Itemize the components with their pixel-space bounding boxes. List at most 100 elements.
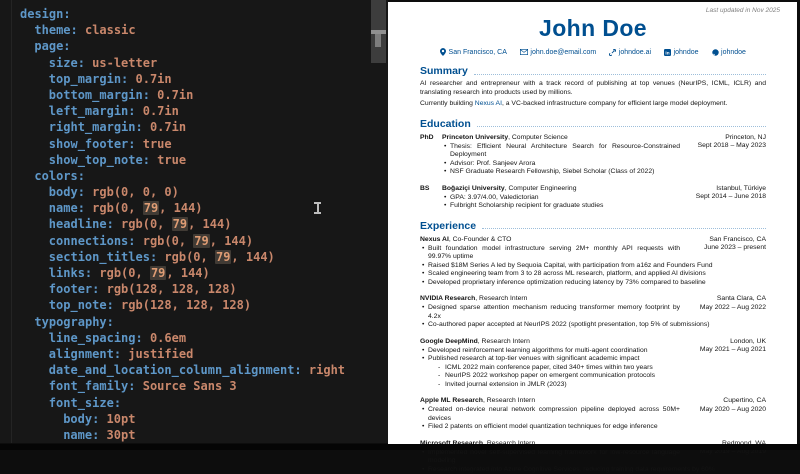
nexus-ai-link[interactable]: Nexus AI bbox=[475, 100, 502, 107]
degree-label: BS bbox=[420, 185, 442, 211]
contact-item[interactable]: johndoe bbox=[712, 49, 746, 56]
yaml-key: right_margin: bbox=[49, 120, 143, 134]
yaml-key: section_titles: bbox=[49, 250, 157, 264]
code-line[interactable]: line_spacing: 0.6em bbox=[0, 330, 370, 346]
yaml-key: footer: bbox=[49, 282, 100, 296]
dates: Sept 2018 – May 2023 bbox=[698, 142, 766, 151]
yaml-value: rgb(0, bbox=[157, 250, 215, 264]
bullet-item: Thesis: Efficient Neural Architecture Se… bbox=[442, 143, 680, 160]
company-name: NVIDIA Research bbox=[420, 295, 475, 302]
contact-item[interactable]: johndoe.ai bbox=[609, 49, 651, 56]
code-line[interactable]: show_footer: true bbox=[0, 136, 370, 152]
code-line[interactable]: design: bbox=[0, 6, 370, 22]
yaml-value: , 144) bbox=[188, 217, 231, 231]
education-entry: Princeton, NJSept 2018 – May 2023PhDPrin… bbox=[420, 134, 766, 177]
yaml-key: theme: bbox=[34, 23, 77, 37]
education-header: Education bbox=[420, 118, 766, 130]
website-icon bbox=[609, 49, 616, 56]
scrollbar-grip-stem[interactable] bbox=[375, 34, 381, 47]
yaml-value: rgb(0, bbox=[114, 217, 172, 231]
yaml-value: rgb(0, bbox=[85, 201, 143, 215]
experience-entry: London, UKMay 2021 – Aug 2021Google Deep… bbox=[420, 338, 766, 390]
code-line[interactable]: font_family: Source Sans 3 bbox=[0, 378, 370, 394]
code-line[interactable]: theme: classic bbox=[0, 22, 370, 38]
code-line[interactable]: show_top_note: true bbox=[0, 152, 370, 168]
company-name: Apple ML Research bbox=[420, 397, 483, 404]
highlighted-match: 79 bbox=[150, 266, 166, 280]
code-line[interactable]: bottom_margin: 0.7in bbox=[0, 87, 370, 103]
dates: May 2022 – Aug 2022 bbox=[700, 304, 766, 313]
dates: June 2023 – present bbox=[704, 244, 766, 253]
yaml-value: rgb(0, bbox=[92, 266, 150, 280]
yaml-key: line_spacing: bbox=[49, 331, 143, 345]
highlighted-match: 79 bbox=[193, 234, 209, 248]
code-line[interactable]: page: bbox=[0, 38, 370, 54]
company-name: Nexus AI bbox=[420, 236, 449, 243]
bullet-item: Scaled engineering team from 3 to 28 acr… bbox=[420, 270, 766, 279]
dates: May 2020 – Aug 2020 bbox=[700, 406, 766, 415]
code-line[interactable]: body: rgb(0, 0, 0) bbox=[0, 184, 370, 200]
experience-entry: Santa Clara, CAMay 2022 – Aug 2022 NVIDIA… bbox=[420, 295, 766, 330]
code-line[interactable]: date_and_location_column_alignment: righ… bbox=[0, 362, 370, 378]
yaml-value: us-letter bbox=[85, 56, 157, 70]
yaml-key: bottom_margin: bbox=[49, 88, 150, 102]
yaml-key: headline: bbox=[49, 217, 114, 231]
code-line[interactable]: name: 30pt bbox=[0, 427, 370, 443]
summary-header: Summary bbox=[420, 65, 766, 77]
yaml-key: font_size: bbox=[49, 396, 121, 410]
yaml-value: , 144) bbox=[231, 250, 274, 264]
yaml-key: font_family: bbox=[49, 379, 136, 393]
code-lines[interactable]: design:theme: classicpage:size: us-lette… bbox=[0, 6, 370, 443]
yaml-key: name: bbox=[49, 201, 85, 215]
location-dates: Princeton, NJSept 2018 – May 2023 bbox=[698, 134, 766, 151]
text-cursor-icon bbox=[313, 202, 322, 214]
code-line[interactable]: left_margin: 0.7in bbox=[0, 103, 370, 119]
location-dates: Santa Clara, CAMay 2022 – Aug 2022 bbox=[700, 295, 766, 312]
bullet-item: Developed proprietary inference optimiza… bbox=[420, 279, 766, 288]
role-title: , Research Intern bbox=[478, 338, 530, 345]
bullet-item: GPA: 3.97/4.00, Valedictorian bbox=[442, 194, 680, 203]
yaml-key: body: bbox=[49, 185, 85, 199]
company-name: Google DeepMind bbox=[420, 338, 478, 345]
education-entries: Princeton, NJSept 2018 – May 2023PhDPrin… bbox=[420, 134, 766, 211]
contact-item[interactable]: San Francisco, CA bbox=[440, 48, 507, 56]
yaml-value: rgb(0, bbox=[136, 234, 194, 248]
yaml-value: 0.7in bbox=[128, 72, 171, 86]
contact-text: johndoe.ai bbox=[619, 49, 651, 56]
sub-bullet-item: ICML 2022 main conference paper, cited 3… bbox=[438, 364, 766, 373]
code-line[interactable]: top_margin: 0.7in bbox=[0, 71, 370, 87]
bullet-item: Raised $18M Series A led by Sequoia Capi… bbox=[420, 262, 766, 271]
location-dates: Istanbul, TürkiyeSept 2014 – June 2018 bbox=[696, 185, 766, 202]
code-line[interactable]: connections: rgb(0, 79, 144) bbox=[0, 233, 370, 249]
code-line[interactable]: footer: rgb(128, 128, 128) bbox=[0, 281, 370, 297]
code-line[interactable]: section_titles: rgb(0, 79, 144) bbox=[0, 249, 370, 265]
education-entry: Istanbul, TürkiyeSept 2014 – June 2018 BS… bbox=[420, 185, 766, 211]
section-title: Education bbox=[420, 118, 471, 130]
code-line[interactable]: alignment: justified bbox=[0, 346, 370, 362]
section-title: Experience bbox=[420, 220, 476, 232]
section-title: Summary bbox=[420, 65, 468, 77]
code-line[interactable]: headline: rgb(0, 79, 144) bbox=[0, 216, 370, 232]
contact-item[interactable]: john.doe@email.com bbox=[520, 49, 596, 56]
summary-paragraph: AI researcher and entrepreneur with a tr… bbox=[420, 80, 766, 97]
editor-scrollbar[interactable] bbox=[371, 0, 386, 63]
code-line[interactable]: typography: bbox=[0, 314, 370, 330]
code-line[interactable]: colors: bbox=[0, 168, 370, 184]
code-line[interactable]: size: us-letter bbox=[0, 55, 370, 71]
code-line[interactable]: font_size: bbox=[0, 395, 370, 411]
experience-entry: San Francisco, CAJune 2023 – presentNexu… bbox=[420, 236, 766, 288]
bullet-item: Developed reinforcement learning algorit… bbox=[420, 347, 680, 356]
code-line[interactable]: right_margin: 0.7in bbox=[0, 119, 370, 135]
code-line[interactable]: body: 10pt bbox=[0, 411, 370, 427]
yaml-value: 0.6em bbox=[143, 331, 186, 345]
yaml-key: size: bbox=[49, 56, 85, 70]
code-line[interactable]: links: rgb(0, 79, 144) bbox=[0, 265, 370, 281]
location: Princeton, NJ bbox=[698, 134, 766, 143]
yaml-key: typography: bbox=[34, 315, 113, 329]
contact-item[interactable]: injohndoe bbox=[664, 49, 698, 56]
highlighted-match: 79 bbox=[215, 250, 231, 264]
yaml-key: left_margin: bbox=[49, 104, 136, 118]
code-line[interactable]: top_note: rgb(128, 128, 128) bbox=[0, 297, 370, 313]
code-editor-panel[interactable]: design:theme: classicpage:size: us-lette… bbox=[0, 0, 388, 443]
bullet-item: Co-authored paper accepted at NeurIPS 20… bbox=[420, 321, 766, 330]
